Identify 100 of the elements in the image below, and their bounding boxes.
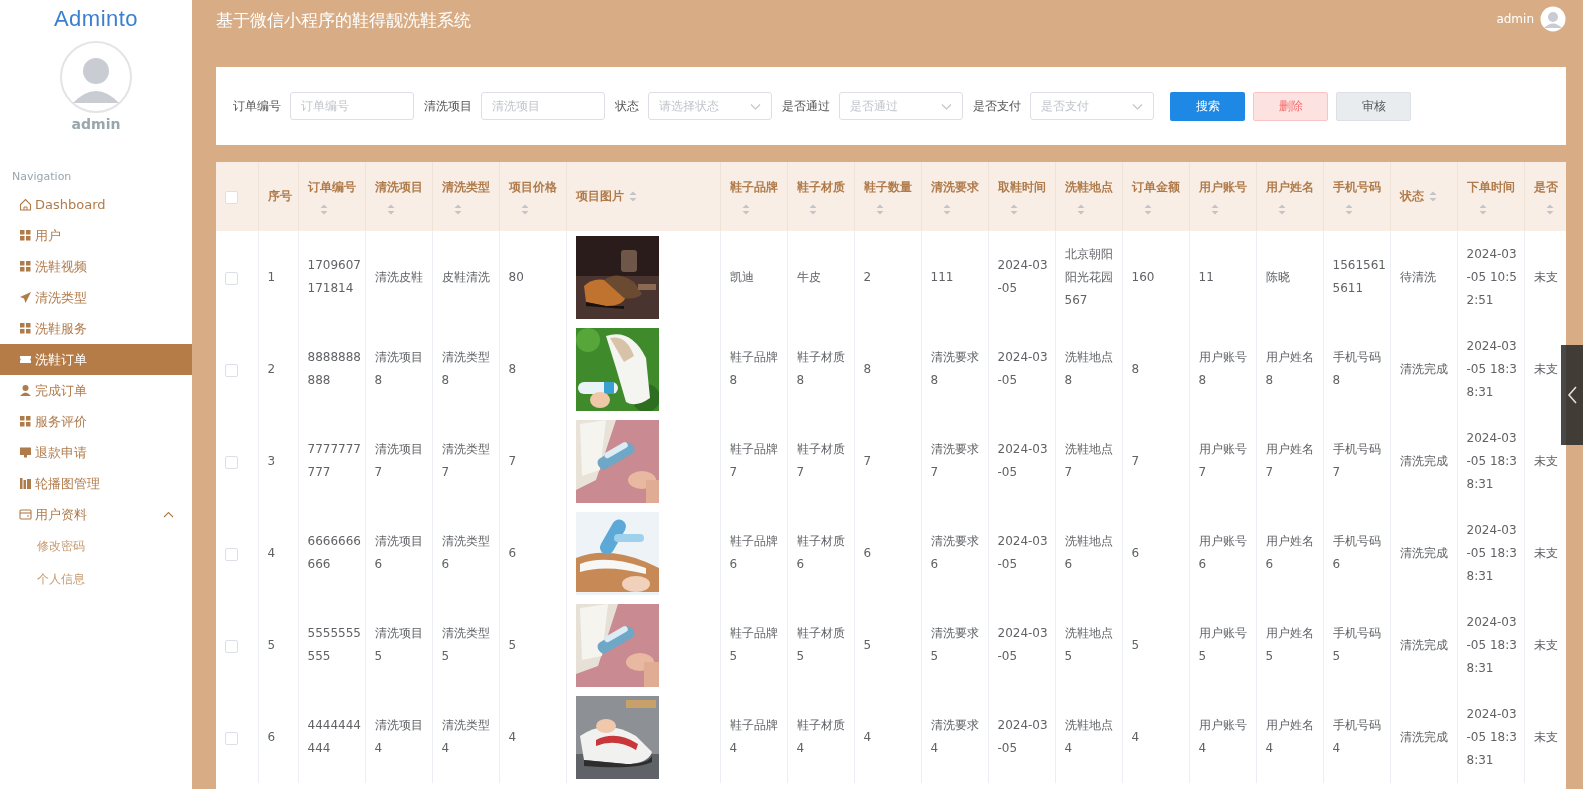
table-cell-text: 4 [508,728,518,746]
table-cell-text: 洗鞋地点7 [1064,441,1114,481]
sort-icon [942,203,951,215]
sort-icon [628,191,637,202]
table-cell-text: 7777777777 [307,441,362,481]
column-header[interactable]: 是否 [1533,178,1558,196]
nav-item[interactable]: 完成订单 [0,375,192,406]
column-header[interactable]: 订单编号 [307,178,356,196]
table-cell-text: 未支 [1533,544,1559,562]
table-cell-text: 清洗项目6 [374,533,424,573]
nav-item[interactable]: 洗鞋视频 [0,251,192,282]
column-header[interactable]: 序号 [267,188,292,205]
table-cell-text: 2024-03-05 18:38:31 [1466,521,1518,585]
button[interactable]: 搜索 [1170,91,1245,121]
bar-chart-icon [19,477,32,490]
column-header[interactable]: 清洗项目 [374,178,423,196]
table-cell-text: 2024-03-05 [997,533,1049,573]
table-cell-text: 洗鞋地点8 [1064,349,1114,389]
nav-item[interactable]: 清洗类型 [0,282,192,313]
table-cell-text: 清洗完成 [1399,636,1449,654]
table-cell-text: 2024-03-05 [997,349,1049,389]
checkbox[interactable] [225,191,238,204]
column-header[interactable]: 鞋子品牌 [729,178,778,196]
table-cell-text: 鞋子品牌5 [729,625,779,665]
table-cell-text: 鞋子材质8 [796,349,846,389]
table-cell-text: 2024-03-05 18:38:31 [1466,705,1518,769]
user-name: admin [1496,12,1534,26]
nav-item[interactable]: 洗鞋订单 [0,344,192,375]
table-cell-text: 洗鞋地点6 [1064,533,1114,573]
column-header[interactable]: 清洗要求 [930,178,979,196]
caret-icon [750,102,761,110]
table-cell-text: 6 [863,544,873,562]
nav-heading: Navigation [12,170,73,183]
column-header[interactable]: 取鞋时间 [997,178,1046,196]
column-header[interactable]: 鞋子数量 [863,178,912,196]
table-cell-text: 111 [930,268,955,286]
nav-subitem[interactable]: 个人信息 [0,563,192,596]
nav-subitem[interactable]: 修改密码 [0,530,192,563]
input-field[interactable]: 清洗项目 [481,92,605,120]
nav-item[interactable]: 服务评价 [0,406,192,437]
column-header[interactable]: 洗鞋地点 [1064,178,1113,196]
table-cell-text: 洗鞋地点4 [1064,717,1114,757]
sort-icon [1277,203,1286,215]
field-label: 状态 [615,97,639,115]
sort-icon [1210,203,1219,215]
select-field[interactable]: 是否支付 [1030,92,1154,120]
collapse-tab[interactable] [1561,345,1583,445]
nav-item[interactable]: 退款申请 [0,437,192,468]
table-cell-text: 2 [863,268,873,286]
table-cell-text: 清洗完成 [1399,728,1449,746]
table-cell-text: 2 [267,360,277,378]
nav-item[interactable]: Dashboard [0,189,192,220]
field-label: 清洗项目 [424,97,472,115]
nav-item[interactable]: 用户资料 [0,499,192,530]
nav-item[interactable]: 轮播图管理 [0,468,192,499]
grid-icon [19,322,32,335]
column-header[interactable]: 鞋子材质 [796,178,845,196]
column-header[interactable]: 状态 [1399,188,1424,205]
checkbox[interactable] [225,271,238,285]
checkbox[interactable] [225,363,238,377]
checkbox[interactable] [225,547,238,561]
button[interactable]: 删除 [1253,91,1328,121]
caret-icon [1132,102,1143,110]
column-header[interactable]: 用户姓名 [1265,178,1314,196]
table-cell-text: 清洗完成 [1399,360,1449,378]
checkbox[interactable] [225,639,238,653]
table-cell-text: 用户账号8 [1198,349,1248,389]
table-cell-text: 清洗类型7 [441,441,491,481]
checkbox[interactable] [225,455,238,469]
table-cell-text: 清洗项目5 [374,625,424,665]
button[interactable]: 审核 [1336,91,1411,121]
table-cell-text: 1709607171814 [307,257,362,297]
column-header[interactable]: 用户账号 [1198,178,1247,196]
table-cell-text: 用户账号7 [1198,441,1248,481]
table-cell-text: 8 [1131,360,1141,378]
nav-item[interactable]: 洗鞋服务 [0,313,192,344]
column-header[interactable]: 清洗类型 [441,178,490,196]
nav-item[interactable]: 用户 [0,220,192,251]
table-cell-text: 清洗类型8 [441,349,491,389]
table-cell-text: 凯迪 [729,268,755,286]
column-header[interactable]: 手机号码 [1332,178,1381,196]
user-name: admin [71,116,121,132]
select-field[interactable]: 是否通过 [839,92,963,120]
column-header[interactable]: 项目图片 [575,188,624,205]
column-header[interactable]: 订单金额 [1131,178,1180,196]
table-cell-text: 清洗项目7 [374,441,424,481]
table-cell-text: 手机号码4 [1332,717,1382,757]
table-cell-text: 手机号码8 [1332,349,1382,389]
table-cell-text: 皮鞋清洗 [441,268,491,286]
column-header[interactable]: 项目价格 [508,178,557,196]
table-cell-text: 鞋子品牌6 [729,533,779,573]
column-header[interactable]: 下单时间 [1466,178,1515,196]
sort-icon [1428,191,1437,202]
checkbox[interactable] [225,731,238,745]
select-field[interactable]: 请选择状态 [648,92,772,120]
user-icon [19,384,32,397]
table-cell-text: 未支 [1533,728,1559,746]
table-cell-text: 鞋子品牌8 [729,349,779,389]
sort-icon [808,203,817,215]
sort-icon [741,203,750,215]
